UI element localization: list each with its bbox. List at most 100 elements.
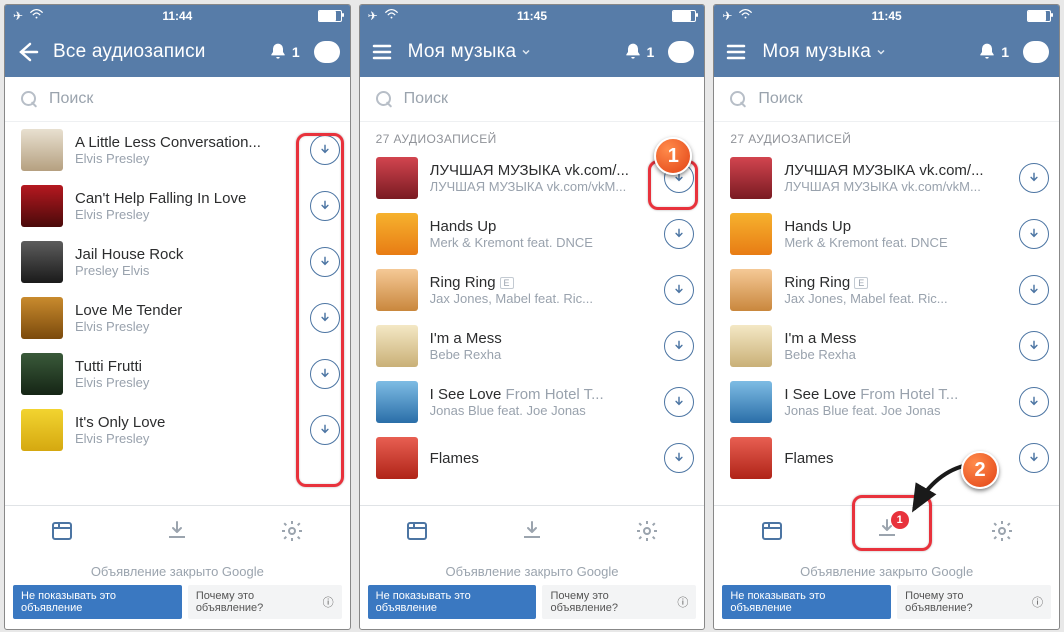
tab-browse[interactable] <box>714 506 829 556</box>
track-artist: Elvis Presley <box>75 207 298 222</box>
airplane-icon: ✈ <box>13 9 23 23</box>
track-artist: Jonas Blue feat. Joe Jonas <box>430 403 653 418</box>
battery-icon <box>1027 10 1051 22</box>
track-title: I See Love From Hotel T... <box>784 386 1007 403</box>
airplane-icon: ✈ <box>722 9 732 23</box>
download-button[interactable] <box>664 219 694 249</box>
status-time: 11:44 <box>5 9 350 23</box>
ad-hide-button[interactable]: Не показывать это объявление <box>368 585 537 619</box>
download-button[interactable] <box>1019 331 1049 361</box>
back-button[interactable] <box>15 40 39 64</box>
album-art <box>376 325 418 367</box>
track-artist: Jax Jones, Mabel feat. Ric... <box>430 291 653 306</box>
search-icon <box>21 91 37 107</box>
battery-icon <box>672 10 696 22</box>
download-button[interactable] <box>1019 163 1049 193</box>
download-button[interactable] <box>664 275 694 305</box>
track-artist: Elvis Presley <box>75 375 298 390</box>
track-title: Tutti Frutti <box>75 358 298 375</box>
album-art <box>21 241 63 283</box>
track-row[interactable]: I'm a MessBebe Rexha <box>360 318 705 374</box>
screen-2: ✈ 11:45 Моя музыка 1 Поиск 27 АУДИОЗАПИС… <box>359 4 706 630</box>
ad-hide-button[interactable]: Не показывать это объявление <box>13 585 182 619</box>
messages-button[interactable] <box>668 41 694 63</box>
track-title: ЛУЧШАЯ МУЗЫКА vk.com/... <box>784 162 1007 179</box>
track-title: I'm a Mess <box>430 330 653 347</box>
album-art <box>730 325 772 367</box>
chevron-down-icon <box>520 46 532 58</box>
track-title: Hands Up <box>430 218 653 235</box>
track-artist: Bebe Rexha <box>784 347 1007 362</box>
track-row[interactable]: I See Love From Hotel T...Jonas Blue fea… <box>360 374 705 430</box>
album-art <box>21 409 63 451</box>
track-artist: Merk & Kremont feat. DNCE <box>430 235 653 250</box>
track-row[interactable]: Ring RingEJax Jones, Mabel feat. Ric... <box>714 262 1059 318</box>
messages-button[interactable] <box>314 41 340 63</box>
search-bar[interactable]: Поиск <box>5 77 350 122</box>
notifications-button[interactable]: 1 <box>977 42 1009 62</box>
nav-bar: Все аудиозаписи 1 <box>5 27 350 77</box>
track-row[interactable]: Flames <box>360 430 705 486</box>
notifications-button[interactable]: 1 <box>623 42 655 62</box>
search-icon <box>730 91 746 107</box>
track-title: I'm a Mess <box>784 330 1007 347</box>
section-label: 27 АУДИОЗАПИСЕЙ <box>714 122 1059 150</box>
wifi-icon <box>384 9 399 23</box>
wifi-icon <box>738 9 753 23</box>
download-button[interactable] <box>664 331 694 361</box>
menu-button[interactable] <box>724 40 748 64</box>
download-button[interactable] <box>1019 443 1049 473</box>
track-artist: Merk & Kremont feat. DNCE <box>784 235 1007 250</box>
screen-1: ✈ 11:44 Все аудиозаписи 1 Поиск A Little… <box>4 4 351 630</box>
album-art <box>21 185 63 227</box>
search-placeholder: Поиск <box>758 90 802 108</box>
tab-downloads[interactable] <box>475 506 590 556</box>
explicit-badge: E <box>500 277 514 289</box>
download-button[interactable] <box>664 387 694 417</box>
track-artist: ЛУЧШАЯ МУЗЫКА vk.com/vkM... <box>430 179 653 194</box>
tab-downloads[interactable] <box>120 506 235 556</box>
status-time: 11:45 <box>714 9 1059 23</box>
tab-settings[interactable] <box>589 506 704 556</box>
screen-3: ✈ 11:45 Моя музыка 1 Поиск 27 АУДИОЗАПИС… <box>713 4 1060 630</box>
page-title-dropdown[interactable]: Моя музыка <box>408 41 609 63</box>
track-row[interactable]: ЛУЧШАЯ МУЗЫКА vk.com/...ЛУЧШАЯ МУЗЫКА vk… <box>714 150 1059 206</box>
download-button[interactable] <box>1019 387 1049 417</box>
battery-icon <box>318 10 342 22</box>
track-row[interactable]: I See Love From Hotel T...Jonas Blue fea… <box>714 374 1059 430</box>
download-button[interactable] <box>1019 275 1049 305</box>
callout-download-column <box>296 133 344 487</box>
track-row[interactable]: Flames <box>714 430 1059 486</box>
status-bar: ✈ 11:45 <box>714 5 1059 27</box>
ad-hide-button[interactable]: Не показывать это объявление <box>722 585 891 619</box>
tab-browse[interactable] <box>5 506 120 556</box>
track-title: Love Me Tender <box>75 302 298 319</box>
download-button[interactable] <box>664 443 694 473</box>
tab-settings[interactable] <box>235 506 350 556</box>
tab-browse[interactable] <box>360 506 475 556</box>
ad-closed-text: Объявление закрыто Google <box>360 556 705 581</box>
ad-why-button[interactable]: Почему это объявление?ⓘ <box>542 585 696 619</box>
track-title: Flames <box>430 450 653 467</box>
chevron-down-icon <box>875 46 887 58</box>
ad-why-button[interactable]: Почему это объявление?ⓘ <box>897 585 1051 619</box>
messages-button[interactable] <box>1023 41 1049 63</box>
menu-button[interactable] <box>370 40 394 64</box>
search-placeholder: Поиск <box>404 90 448 108</box>
track-row[interactable]: Hands UpMerk & Kremont feat. DNCE <box>360 206 705 262</box>
track-row[interactable]: Hands UpMerk & Kremont feat. DNCE <box>714 206 1059 262</box>
track-title: It's Only Love <box>75 414 298 431</box>
search-bar[interactable]: Поиск <box>714 77 1059 122</box>
page-title-dropdown[interactable]: Моя музыка <box>762 41 963 63</box>
nav-bar: Моя музыка 1 <box>714 27 1059 77</box>
track-row[interactable]: Ring RingEJax Jones, Mabel feat. Ric... <box>360 262 705 318</box>
ad-row: Не показывать это объявление Почему это … <box>5 581 350 629</box>
ad-why-button[interactable]: Почему это объявление?ⓘ <box>188 585 342 619</box>
track-title: Ring RingE <box>430 274 653 291</box>
nav-bar: Моя музыка 1 <box>360 27 705 77</box>
download-button[interactable] <box>1019 219 1049 249</box>
track-row[interactable]: I'm a MessBebe Rexha <box>714 318 1059 374</box>
notifications-button[interactable]: 1 <box>268 42 300 62</box>
album-art <box>730 213 772 255</box>
search-bar[interactable]: Поиск <box>360 77 705 122</box>
